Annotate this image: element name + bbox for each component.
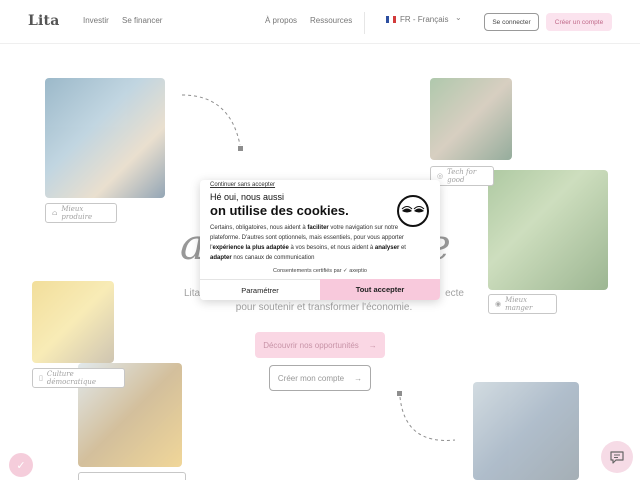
cookie-text: Certains, obligatoires, nous aident à xyxy=(210,225,308,231)
cookie-text-bold: faciliter xyxy=(307,225,329,231)
continue-without-accepting-link[interactable]: Continuer sans accepter xyxy=(210,182,275,188)
tag-label: Culture démocratique xyxy=(46,370,96,386)
configure-cookies-button[interactable]: Paramétrer xyxy=(200,279,320,300)
accept-all-cookies-button[interactable]: Tout accepter xyxy=(320,279,440,300)
login-button[interactable]: Se connecter xyxy=(484,13,539,31)
photo-books xyxy=(32,281,114,363)
header-divider xyxy=(364,12,365,34)
signup-button[interactable]: Créer un compte xyxy=(546,13,612,31)
cookie-heading-1: Hé oui, nous aussi xyxy=(210,192,285,202)
book-icon: ▯ xyxy=(39,374,43,382)
chevron-down-icon[interactable]: ⌄ xyxy=(455,13,462,22)
nav-invest[interactable]: Investir xyxy=(83,16,109,25)
cookie-text: à vos besoins, et nous aident à xyxy=(288,245,375,251)
language-selector[interactable]: FR - Français xyxy=(386,15,448,24)
tag-culture-democratique[interactable]: ▯ Culture démocratique xyxy=(32,368,125,388)
cookie-text-bold: adapter xyxy=(210,255,232,261)
decorative-dot xyxy=(238,146,243,151)
axeptio-widget-icon[interactable]: ✓ xyxy=(9,453,33,477)
nav-about[interactable]: À propos xyxy=(265,16,297,25)
tag-label: Mieux produire xyxy=(61,205,93,221)
axeptio-certification: Consentements certifiés par ✓ axeptio xyxy=(273,268,367,274)
hero-subtitle-end: ecte xyxy=(445,288,464,299)
cookie-text: nos canaux de communication xyxy=(231,255,315,261)
tag-label: Mieux manger xyxy=(505,296,533,312)
cookie-text-bold: analyser xyxy=(374,245,400,251)
arrow-right-icon: → xyxy=(368,340,377,350)
photo-worker xyxy=(45,78,165,198)
decorative-dot xyxy=(397,391,402,396)
cta-primary-label: Découvrir nos opportunités xyxy=(263,340,359,350)
leaf-icon: ⌂ xyxy=(52,209,58,217)
nav-resources[interactable]: Ressources xyxy=(310,16,352,25)
eye-icon: ◎ xyxy=(437,172,444,180)
photo-tech xyxy=(430,78,512,160)
cookie-text-bold: expérience la plus adaptée xyxy=(212,245,289,251)
hero-subtitle-line2: pour soutenir et transformer l'économie. xyxy=(235,302,413,313)
photo-garden xyxy=(488,170,608,290)
cookie-description: Certains, obligatoires, nous aident à fa… xyxy=(210,223,428,263)
cookie-consent-dialog: Continuer sans accepter Hé oui, nous aus… xyxy=(200,180,440,300)
cookie-heading-2: on utilise des cookies. xyxy=(210,203,349,218)
tag-label: Tech for good xyxy=(447,168,477,184)
arrow-right-icon: → xyxy=(354,373,363,383)
france-flag-icon xyxy=(386,16,396,23)
discover-opportunities-button[interactable]: Découvrir nos opportunités → xyxy=(255,332,385,358)
chat-icon[interactable] xyxy=(601,441,633,473)
hero-subtitle-start: Lita xyxy=(184,288,201,299)
cookie-text: et xyxy=(399,245,406,251)
logo[interactable]: Lita xyxy=(28,13,60,29)
site-header: Lita Investir Se financer À propos Resso… xyxy=(0,0,640,44)
create-account-button[interactable]: Créer mon compte → xyxy=(269,365,371,391)
tag-mieux-produire[interactable]: ⌂ Mieux produire xyxy=(45,203,117,223)
plate-icon: ◉ xyxy=(495,300,502,308)
tag-partial[interactable] xyxy=(78,472,186,480)
cta-secondary-label: Créer mon compte xyxy=(277,373,345,383)
language-label: FR - Français xyxy=(400,15,449,24)
photo-solar xyxy=(473,382,579,480)
tag-mieux-manger[interactable]: ◉ Mieux manger xyxy=(488,294,557,314)
nav-finance[interactable]: Se financer xyxy=(122,16,162,25)
